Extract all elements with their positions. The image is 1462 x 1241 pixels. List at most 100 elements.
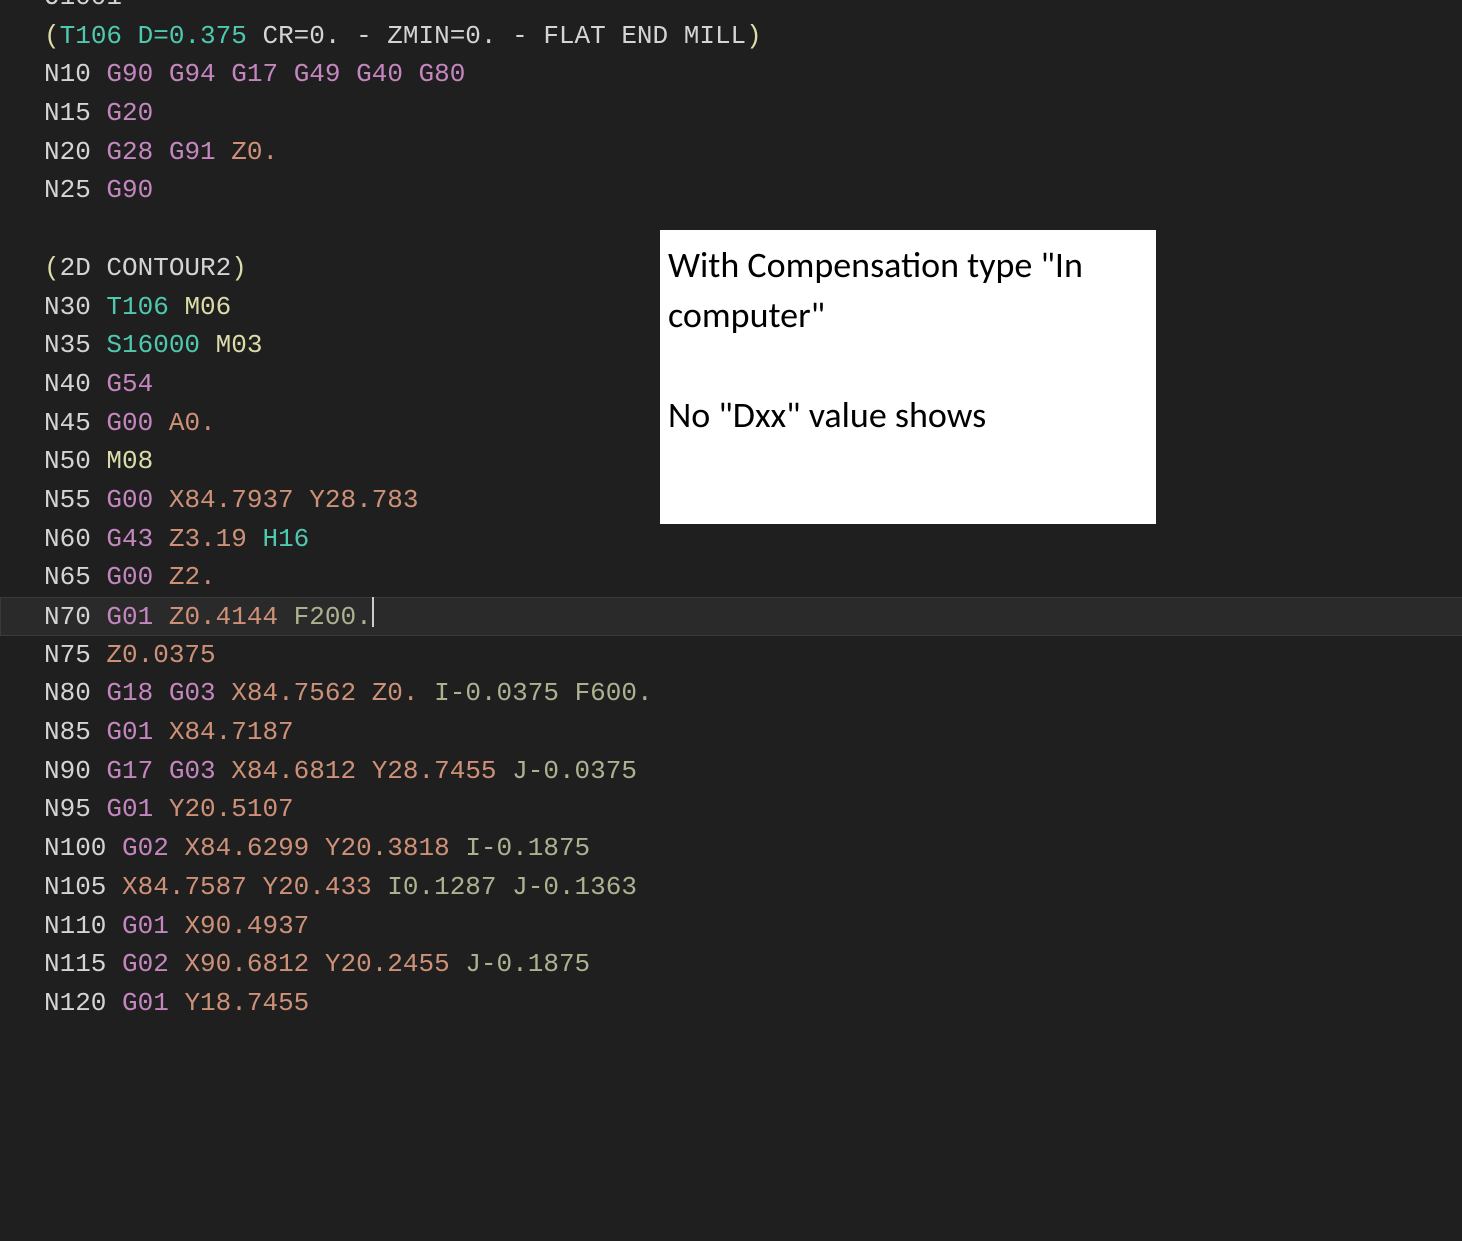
token-plain <box>91 717 107 747</box>
code-line[interactable]: N120 G01 Y18.7455 <box>44 984 1462 1023</box>
token-gcode: G90 <box>106 175 153 205</box>
token-plain <box>153 756 169 786</box>
token-plain <box>106 911 122 941</box>
token-n: N70 <box>44 602 91 632</box>
token-plain <box>153 562 169 592</box>
token-plain <box>169 988 185 1018</box>
token-sword: S16000 <box>106 330 200 360</box>
token-plain <box>91 562 107 592</box>
token-n: N45 <box>44 408 91 438</box>
code-line[interactable]: N115 G02 X90.6812 Y20.2455 J-0.1875 <box>44 945 1462 984</box>
annotation-line-1: With Compensation type "In computer" <box>668 240 1152 340</box>
token-plain <box>91 485 107 515</box>
token-gcode: G00 <box>106 562 153 592</box>
token-dword: D=0.375 <box>138 21 247 51</box>
token-n: N55 <box>44 485 91 515</box>
token-plain <box>450 833 466 863</box>
code-line[interactable]: N70 G01 Z0.4144 F200. <box>0 597 1462 636</box>
token-gcode: G49 <box>294 59 341 89</box>
code-line[interactable]: O1001 <box>44 0 1462 17</box>
token-n: N100 <box>44 833 106 863</box>
token-zword: Z0. <box>372 678 419 708</box>
token-plain <box>153 602 169 632</box>
token-n: N20 <box>44 137 91 167</box>
token-yword: Y20.433 <box>262 872 371 902</box>
token-plain <box>497 756 513 786</box>
token-n: N75 <box>44 640 91 670</box>
token-gcode: G80 <box>419 59 466 89</box>
code-line[interactable]: N60 G43 Z3.19 H16 <box>44 520 1462 559</box>
token-yword: Y20.2455 <box>325 949 450 979</box>
token-plain <box>153 485 169 515</box>
token-hword: H16 <box>262 524 309 554</box>
token-plain <box>278 602 294 632</box>
token-plain <box>247 872 263 902</box>
token-plain <box>341 59 357 89</box>
token-plain <box>247 524 263 554</box>
token-plain <box>153 408 169 438</box>
token-n: N40 <box>44 369 91 399</box>
token-zword: Z0.4144 <box>169 602 278 632</box>
token-yword: Y20.5107 <box>169 794 294 824</box>
token-mcode: M08 <box>106 446 153 476</box>
code-line[interactable]: (T106 D=0.375 CR=0. - ZMIN=0. - FLAT END… <box>44 17 1462 56</box>
token-plain <box>247 21 263 51</box>
token-plain <box>91 59 107 89</box>
code-line[interactable]: N105 X84.7587 Y20.433 I0.1287 J-0.1363 <box>44 868 1462 907</box>
token-n: N60 <box>44 524 91 554</box>
token-gcode: G01 <box>122 988 169 1018</box>
token-plain <box>216 756 232 786</box>
code-line[interactable]: N85 G01 X84.7187 <box>44 713 1462 752</box>
code-line[interactable]: N25 G90 <box>44 171 1462 210</box>
code-line[interactable]: N10 G90 G94 G17 G49 G40 G80 <box>44 55 1462 94</box>
code-line[interactable]: N20 G28 G91 Z0. <box>44 133 1462 172</box>
token-plain <box>153 794 169 824</box>
code-line[interactable]: N15 G20 <box>44 94 1462 133</box>
code-line[interactable]: N75 Z0.0375 <box>44 636 1462 675</box>
token-plain <box>356 756 372 786</box>
token-n: N35 <box>44 330 91 360</box>
token-plain <box>309 833 325 863</box>
token-n: N25 <box>44 175 91 205</box>
token-n: N65 <box>44 562 91 592</box>
token-plain <box>169 949 185 979</box>
token-jword: J-0.0375 <box>512 756 637 786</box>
code-line[interactable]: N100 G02 X84.6299 Y20.3818 I-0.1875 <box>44 829 1462 868</box>
token-xword: X84.7587 <box>122 872 247 902</box>
code-line[interactable]: N90 G17 G03 X84.6812 Y28.7455 J-0.0375 <box>44 752 1462 791</box>
token-xword: X90.6812 <box>184 949 309 979</box>
code-line[interactable]: N80 G18 G03 X84.7562 Z0. I-0.0375 F600. <box>44 674 1462 713</box>
code-line[interactable]: N95 G01 Y20.5107 <box>44 790 1462 829</box>
token-plain <box>91 794 107 824</box>
annotation-note: With Compensation type "In computer" No … <box>660 230 1156 524</box>
token-fword: F200. <box>294 602 372 632</box>
token-paren: ) <box>231 253 247 283</box>
token-plain <box>559 678 575 708</box>
token-plain <box>294 485 310 515</box>
token-plain <box>278 59 294 89</box>
token-gcode: G01 <box>106 794 153 824</box>
token-paren: ) <box>746 21 762 51</box>
code-line[interactable]: N110 G01 X90.4937 <box>44 907 1462 946</box>
token-plain <box>153 524 169 554</box>
token-plain <box>91 98 107 128</box>
token-plain <box>106 988 122 1018</box>
token-plain <box>91 330 107 360</box>
token-plain <box>216 59 232 89</box>
token-gcode: G01 <box>122 911 169 941</box>
token-plain <box>106 872 122 902</box>
token-plain <box>419 678 435 708</box>
token-plain <box>216 137 232 167</box>
annotation-line-2: No "Dxx" value shows <box>668 390 1152 440</box>
token-plain <box>122 21 138 51</box>
token-plain <box>216 678 232 708</box>
token-plain <box>169 292 185 322</box>
token-plain <box>153 59 169 89</box>
token-n: N90 <box>44 756 91 786</box>
token-n: N110 <box>44 911 106 941</box>
token-n: N120 <box>44 988 106 1018</box>
token-iword: I0.1287 <box>387 872 496 902</box>
token-yword: Y20.3818 <box>325 833 450 863</box>
token-plain <box>91 369 107 399</box>
code-line[interactable]: N65 G00 Z2. <box>44 558 1462 597</box>
